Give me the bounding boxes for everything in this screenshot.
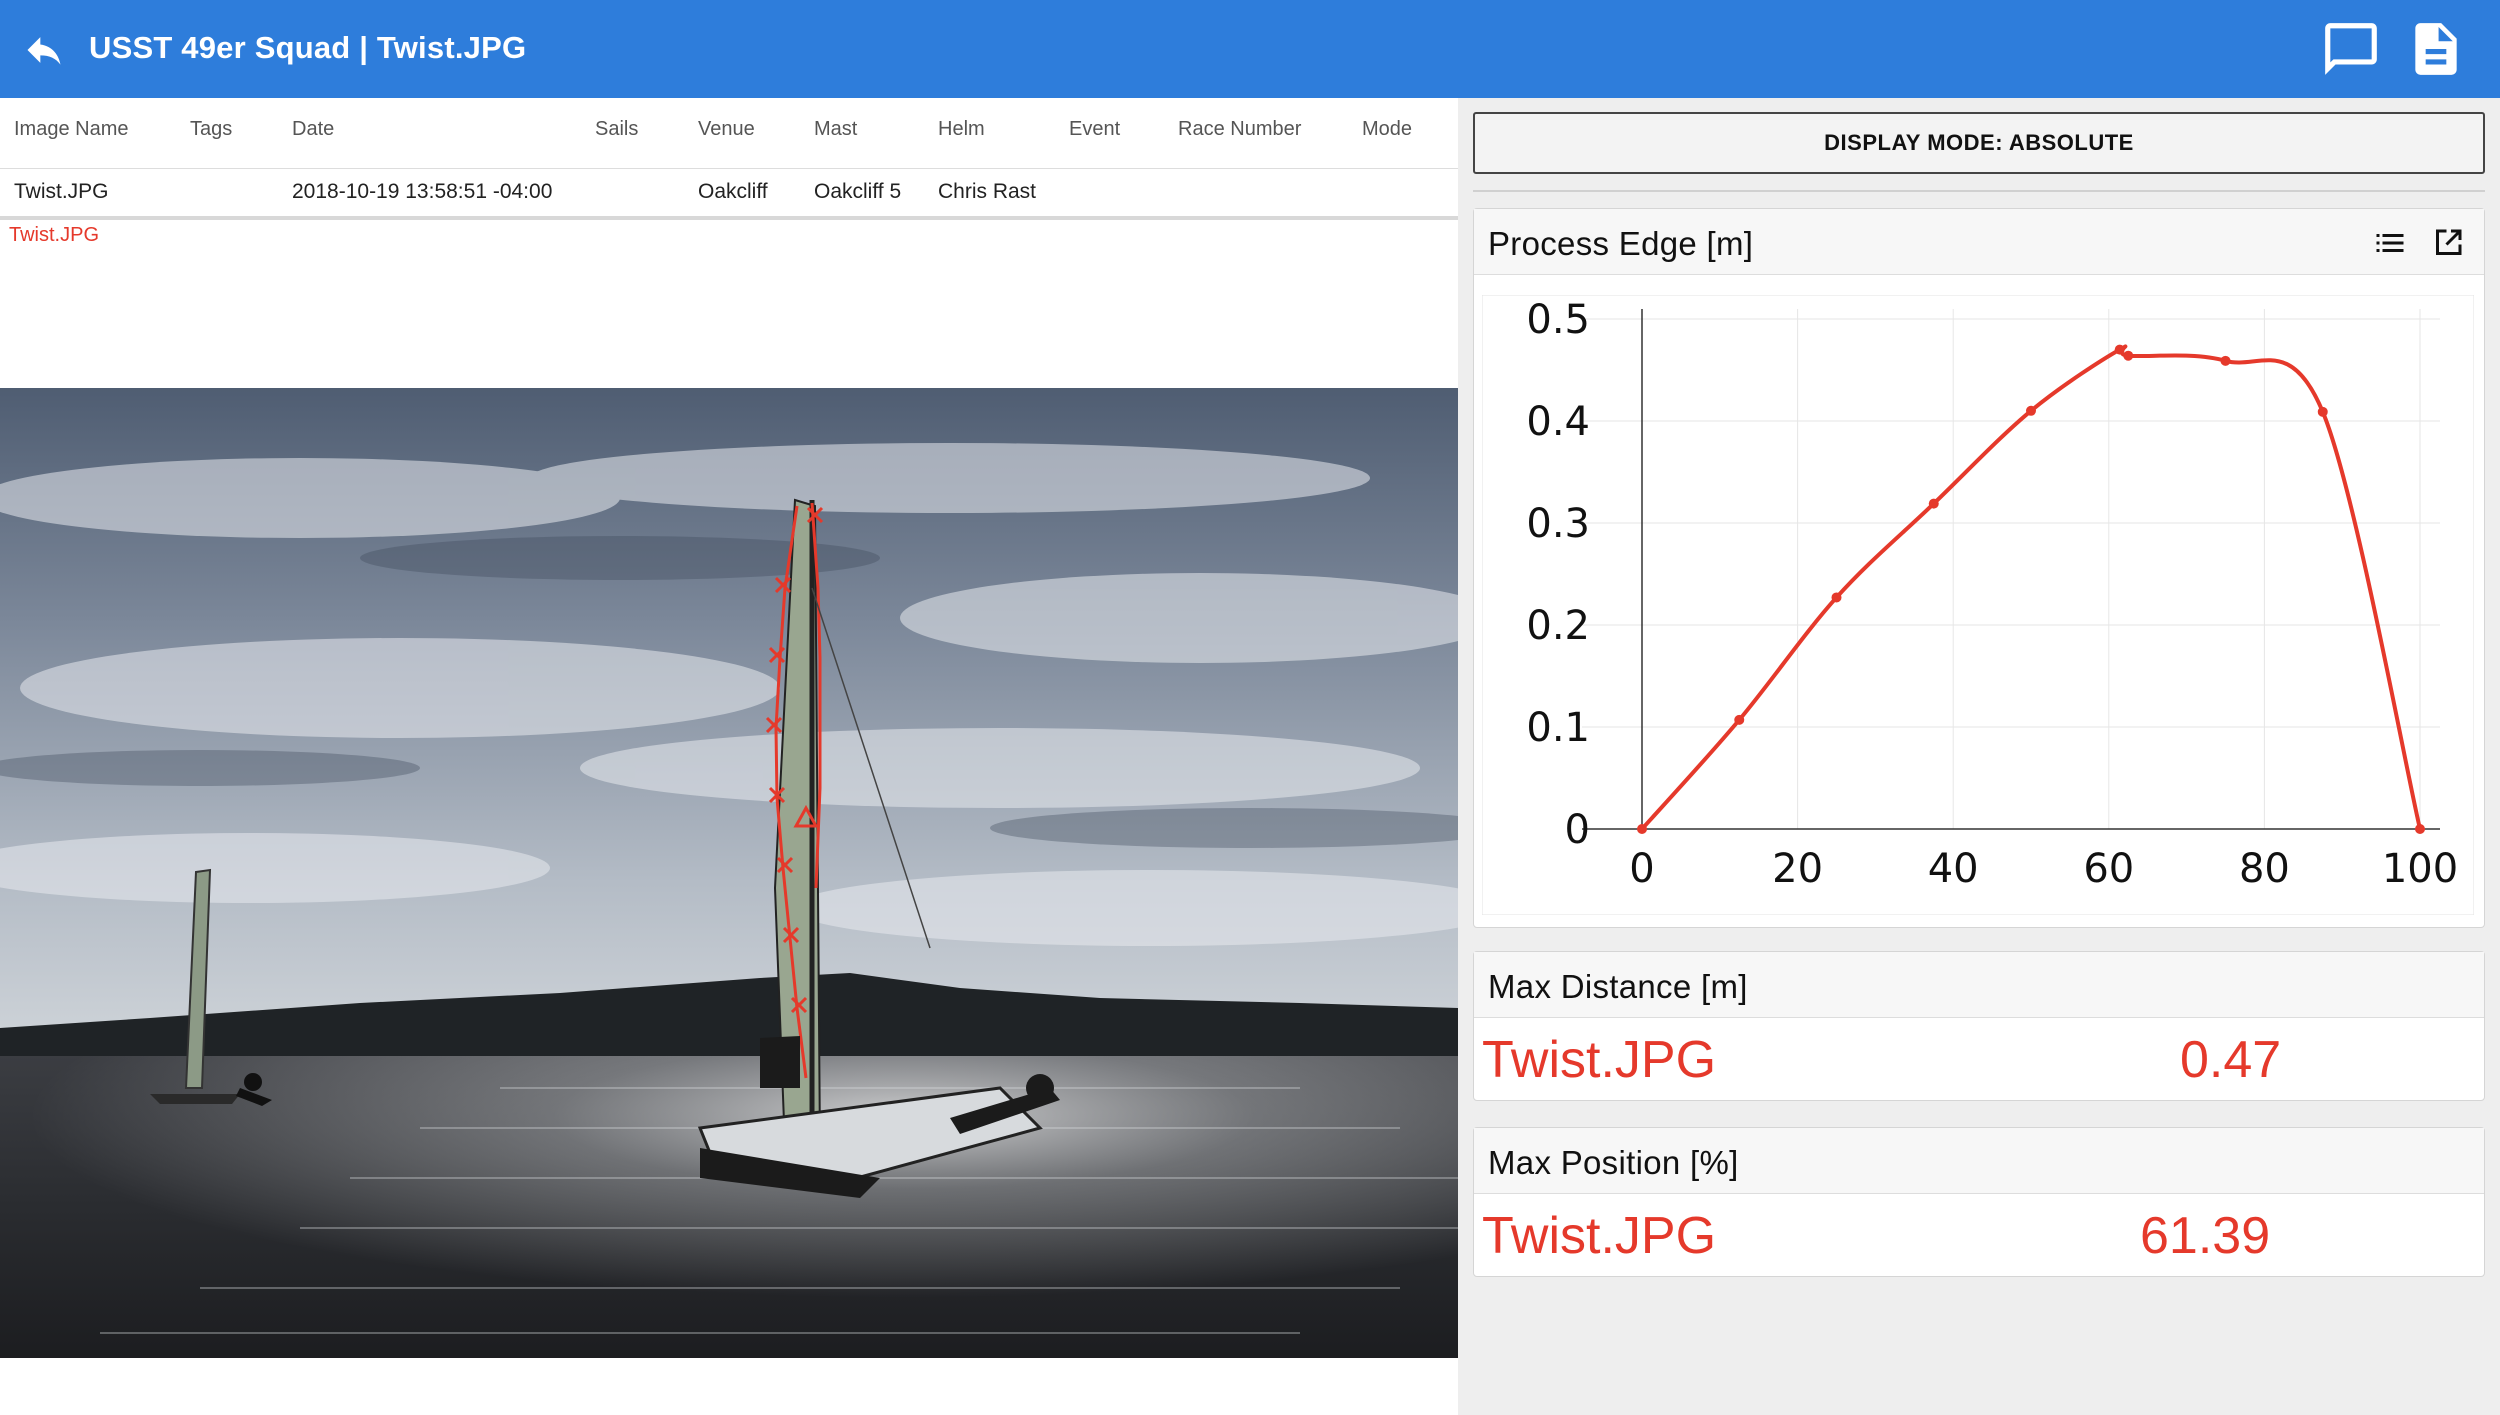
cell-image-name: Twist.JPG — [14, 180, 109, 203]
image-panel: Image Name Tags Date Sails Venue Mast He… — [0, 98, 1458, 1415]
list-icon[interactable] — [2372, 225, 2408, 261]
x-tick-label: 100 — [2382, 846, 2458, 892]
card-header: Max Position [%] — [1474, 1128, 2484, 1194]
row-divider — [0, 216, 1458, 220]
sail-photo[interactable] — [0, 388, 1458, 1358]
data-point — [2220, 355, 2231, 366]
x-tick-label: 0 — [1629, 846, 1654, 892]
cell-venue: Oakcliff — [698, 180, 768, 203]
y-tick-label: 0.5 — [1526, 297, 1590, 343]
col-mast[interactable]: Mast — [814, 118, 857, 141]
cell-helm: Chris Rast — [938, 180, 1037, 203]
data-point — [1928, 498, 1939, 509]
back-arrow-icon[interactable] — [22, 28, 66, 72]
x-tick-label: 40 — [1928, 846, 1979, 892]
y-tick-label: 0.3 — [1526, 501, 1590, 547]
data-point — [1734, 714, 1745, 725]
table-header: Image Name Tags Date Sails Venue Mast He… — [0, 118, 1458, 166]
max-position-title: Max Position [%] — [1488, 1144, 1739, 1181]
data-point — [1831, 592, 1842, 603]
col-image-name[interactable]: Image Name — [14, 118, 129, 141]
col-date[interactable]: Date — [292, 118, 334, 141]
data-point — [2317, 406, 2328, 417]
col-helm[interactable]: Helm — [938, 118, 985, 141]
analysis-panel: DISPLAY MODE: ABSOLUTE Process Edge [m] … — [1458, 98, 2500, 1415]
y-tick-label: 0.4 — [1526, 399, 1590, 445]
divider — [1473, 190, 2485, 192]
card-header: Process Edge [m] — [1474, 209, 2484, 275]
app-bar: USST 49er Squad | Twist.JPG — [0, 0, 2500, 98]
col-event[interactable]: Event — [1069, 118, 1120, 141]
col-mode[interactable]: Mode — [1362, 118, 1412, 141]
document-icon[interactable] — [2405, 18, 2467, 80]
max-position-card: Max Position [%] Twist.JPG 61.39 — [1473, 1127, 2485, 1277]
chart-title: Process Edge [m] — [1488, 225, 1754, 262]
process-edge-card: Process Edge [m] 0 20 40 60 80 100 0 0.1 0.2 0.3 0… — [1473, 208, 2485, 928]
comment-icon[interactable] — [2320, 18, 2382, 80]
data-point — [2114, 344, 2125, 355]
y-tick-label: 0.2 — [1526, 603, 1590, 649]
data-point — [2415, 824, 2425, 834]
x-tick-label: 20 — [1772, 846, 1823, 892]
col-venue[interactable]: Venue — [698, 118, 755, 141]
header-divider — [0, 168, 1458, 169]
max-distance-image: Twist.JPG — [1482, 1031, 1717, 1089]
data-point — [2026, 405, 2036, 416]
process-edge-chart[interactable]: 0 20 40 60 80 100 0 0.1 0.2 0.3 0.4 0.5 — [1482, 295, 2474, 915]
col-tags[interactable]: Tags — [190, 118, 232, 141]
open-in-new-icon[interactable] — [2430, 225, 2466, 261]
cell-mast: Oakcliff 5 — [814, 180, 902, 203]
data-point — [1637, 824, 1647, 834]
max-distance-card: Max Distance [m] Twist.JPG 0.47 — [1473, 951, 2485, 1101]
max-distance-title: Max Distance [m] — [1488, 968, 1748, 1005]
col-sails[interactable]: Sails — [595, 118, 638, 141]
x-tick-label: 80 — [2239, 846, 2290, 892]
max-position-image: Twist.JPG — [1482, 1207, 1717, 1265]
data-point — [2123, 350, 2134, 361]
table-row[interactable]: Twist.JPG 2018-10-19 13:58:51 -04:00 Oak… — [0, 180, 1458, 220]
max-position-value: 61.39 — [2140, 1207, 2271, 1265]
card-header: Max Distance [m] — [1474, 952, 2484, 1018]
page-title: USST 49er Squad | Twist.JPG — [89, 30, 527, 65]
cell-date: 2018-10-19 13:58:51 -04:00 — [292, 180, 553, 203]
display-mode-button[interactable]: DISPLAY MODE: ABSOLUTE — [1473, 112, 2485, 174]
y-tick-label: 0 — [1565, 807, 1590, 853]
y-tick-label: 0.1 — [1526, 705, 1590, 751]
x-tick-label: 60 — [2083, 846, 2134, 892]
col-race-number[interactable]: Race Number — [1178, 118, 1301, 141]
max-distance-value: 0.47 — [2180, 1031, 2282, 1089]
image-caption: Twist.JPG — [9, 224, 100, 246]
